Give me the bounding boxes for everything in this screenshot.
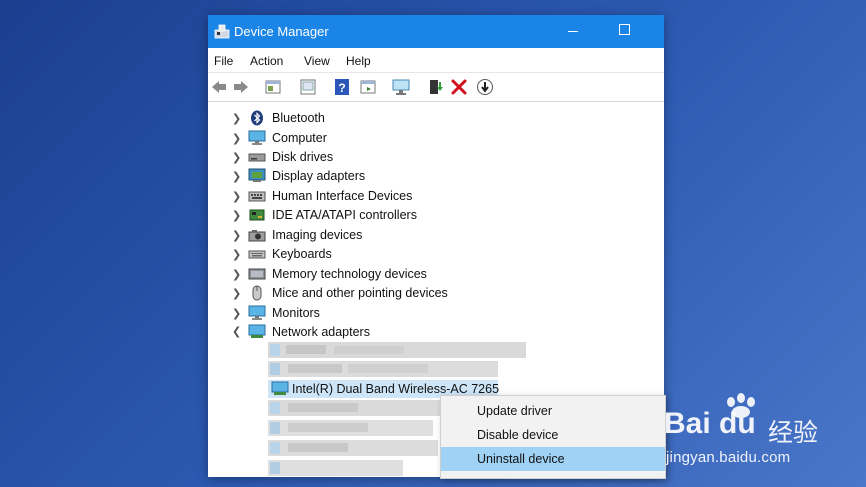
tree-item-bluetooth[interactable]: ❯ Bluetooth [208, 109, 664, 128]
ide-controller-icon [248, 207, 266, 223]
update-driver-icon[interactable] [427, 78, 445, 96]
tree-item-label: Disk drives [272, 150, 334, 164]
tree-item-keyboards[interactable]: ❯ Keyboards [208, 245, 664, 264]
watermark-brand: Bai du [664, 407, 756, 440]
baidu-watermark: Bai du 经验 jingyan.baidu.com [664, 393, 860, 473]
tree-item-ide-ata-atapi-controllers[interactable]: ❯ IDE ATA/ATAPI controllers [208, 206, 664, 225]
chevron-right-icon[interactable]: ❯ [232, 112, 242, 125]
show-hidden-icon[interactable] [299, 78, 317, 96]
selected-device-label: Intel(R) Dual Band Wireless-AC 7265 [292, 382, 500, 396]
tree-item-imaging-devices[interactable]: ❯ Imaging devices [208, 226, 664, 245]
tree-item-label: Memory technology devices [272, 267, 427, 281]
hid-icon [248, 188, 266, 204]
help-icon[interactable]: ? [333, 78, 351, 96]
chevron-right-icon[interactable]: ❯ [232, 287, 242, 300]
tree-item-label: Computer [272, 131, 327, 145]
context-menu: Update driver Disable device Uninstall d… [440, 395, 666, 479]
keyboard-icon [248, 246, 266, 262]
window-title: Device Manager [234, 24, 329, 39]
disable-device-icon[interactable] [476, 78, 494, 96]
computer-icon [248, 130, 266, 146]
menu-view[interactable]: View [304, 54, 330, 68]
network-adapter-icon [271, 381, 289, 397]
title-bar: Device Manager [208, 15, 664, 48]
forward-arrow-icon[interactable] [232, 78, 250, 96]
watermark-url: jingyan.baidu.com [666, 449, 791, 466]
tree-item-label: Bluetooth [272, 111, 325, 125]
action-panel-icon[interactable] [359, 78, 377, 96]
menu-item-uninstall-device[interactable]: Uninstall device [441, 447, 665, 471]
chevron-right-icon[interactable]: ❯ [232, 151, 242, 164]
uninstall-icon[interactable] [450, 78, 468, 96]
tree-item-network-adapters[interactable]: ❮ Network adapters [208, 323, 664, 342]
menu-item-update-driver[interactable]: Update driver [441, 399, 665, 423]
tree-item-computer[interactable]: ❯ Computer [208, 129, 664, 148]
chevron-down-icon[interactable]: ❮ [232, 325, 242, 338]
svg-text:?: ? [338, 81, 345, 95]
tree-item-monitors[interactable]: ❯ Monitors [208, 304, 664, 323]
camera-icon [248, 227, 266, 243]
menu-item-disable-device[interactable]: Disable device [441, 423, 665, 447]
chevron-right-icon[interactable]: ❯ [232, 170, 242, 183]
tree-item-label: Human Interface Devices [272, 189, 413, 203]
disk-drive-icon [248, 149, 266, 165]
toolbar: ? [208, 72, 664, 102]
tree-item-label: Monitors [272, 306, 320, 320]
tree-item-label: IDE ATA/ATAPI controllers [272, 208, 417, 222]
tree-item-disk-drives[interactable]: ❯ Disk drives [208, 148, 664, 167]
menu-item-label: Uninstall device [477, 452, 565, 466]
network-adapter-icon [248, 324, 266, 340]
menu-help[interactable]: Help [346, 54, 371, 68]
mouse-icon [248, 285, 266, 301]
chevron-right-icon[interactable]: ❯ [232, 190, 242, 203]
back-arrow-icon[interactable] [210, 78, 228, 96]
tree-item-memory-technology-devices[interactable]: ❯ Memory technology devices [208, 265, 664, 284]
tree-item-display-adapters[interactable]: ❯ Display adapters [208, 167, 664, 186]
chevron-right-icon[interactable]: ❯ [232, 209, 242, 222]
tree-item-label: Imaging devices [272, 228, 363, 242]
display-adapter-icon [248, 168, 266, 184]
chevron-right-icon[interactable]: ❯ [232, 132, 242, 145]
tree-item-label: Keyboards [272, 247, 332, 261]
memory-icon [248, 266, 266, 282]
chevron-right-icon[interactable]: ❯ [232, 248, 242, 261]
maximize-button[interactable] [619, 24, 630, 35]
tree-item-label: Mice and other pointing devices [272, 286, 448, 300]
monitor-icon [248, 305, 266, 321]
watermark-cn-text: 经验 [768, 418, 819, 447]
device-manager-icon [214, 23, 230, 39]
properties-icon[interactable] [264, 78, 282, 96]
bluetooth-icon [248, 110, 266, 126]
menu-item-label: Update driver [477, 404, 553, 418]
minimize-button[interactable] [568, 31, 578, 32]
menu-bar: File Action View Help [208, 48, 664, 72]
chevron-right-icon[interactable]: ❯ [232, 229, 242, 242]
chevron-right-icon[interactable]: ❯ [232, 268, 242, 281]
tree-item-label: Network adapters [272, 325, 370, 339]
menu-action[interactable]: Action [250, 54, 283, 68]
menu-item-label: Disable device [477, 428, 559, 442]
scan-hardware-icon[interactable] [392, 78, 410, 96]
chevron-right-icon[interactable]: ❯ [232, 307, 242, 320]
tree-item-mice-and-other-pointing-devices[interactable]: ❯ Mice and other pointing devices [208, 284, 664, 303]
tree-item-label: Display adapters [272, 169, 366, 183]
menu-file[interactable]: File [214, 54, 233, 68]
tree-item-human-interface-devices[interactable]: ❯ Human Interface Devices [208, 187, 664, 206]
